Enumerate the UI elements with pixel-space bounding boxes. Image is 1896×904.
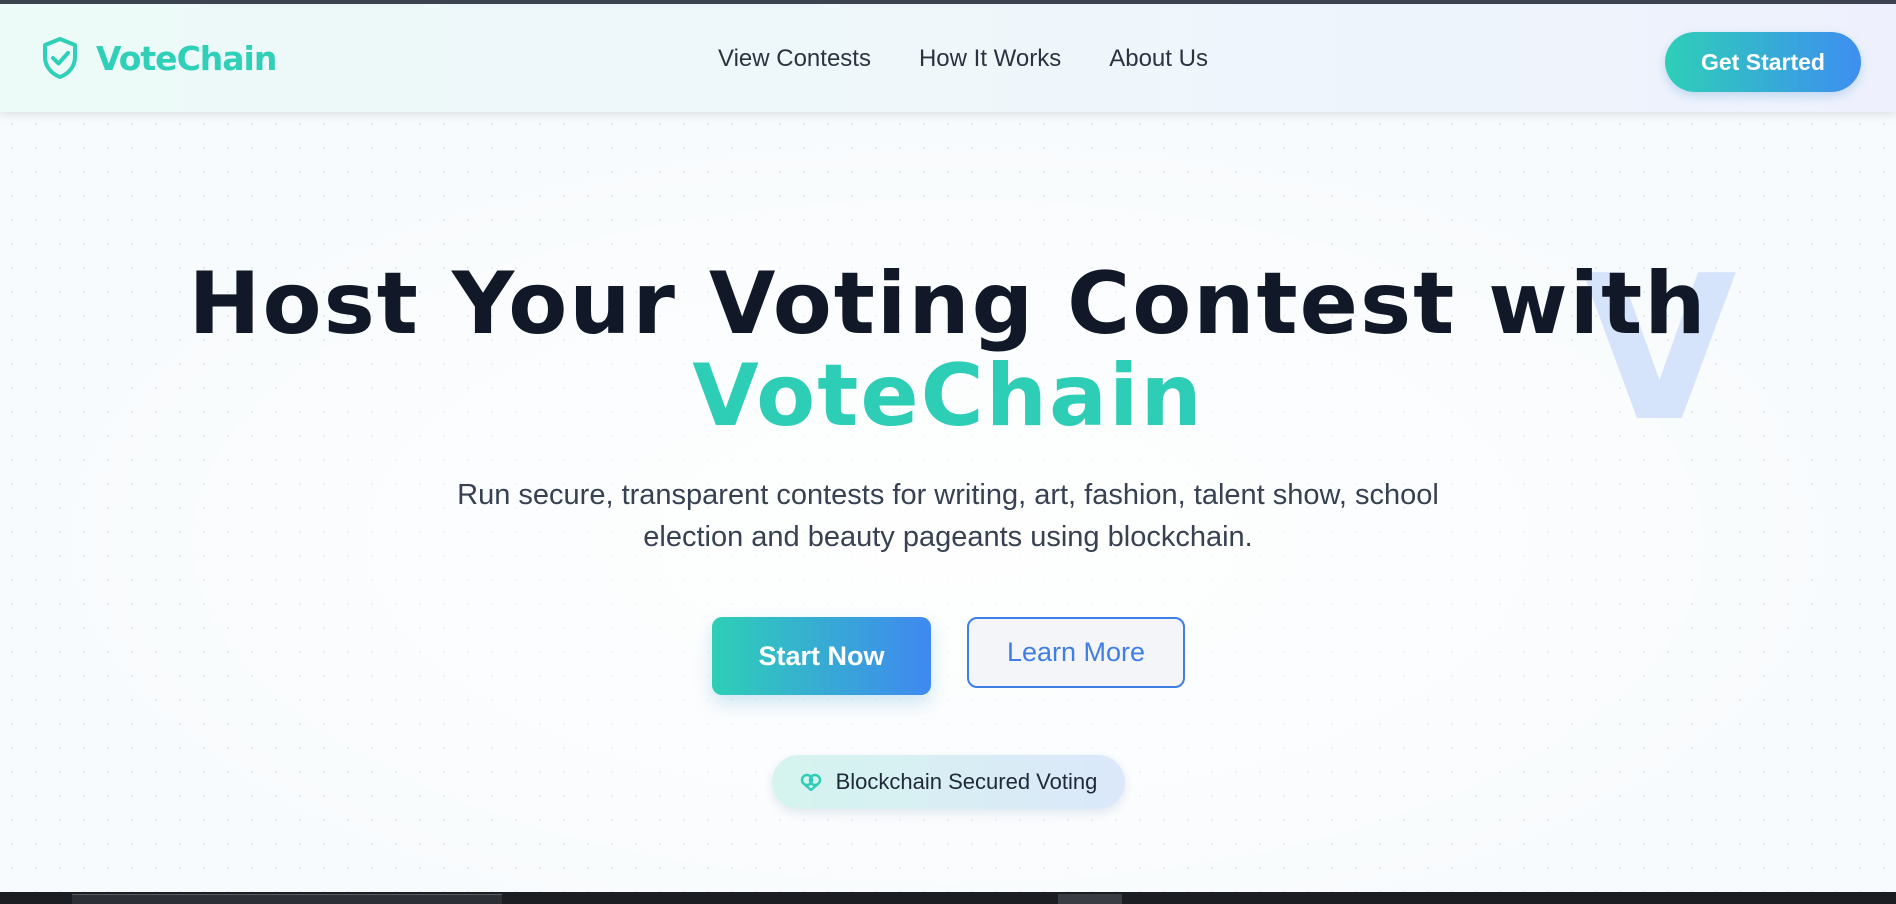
hero-title-accent: VoteChain bbox=[692, 346, 1204, 446]
heart-link-icon bbox=[800, 773, 821, 791]
get-started-button[interactable]: Get Started bbox=[1665, 32, 1861, 92]
taskbar-item[interactable] bbox=[72, 894, 502, 904]
badge-label: Blockchain Secured Voting bbox=[835, 769, 1098, 794]
brand-logo[interactable]: VoteChain bbox=[38, 34, 277, 82]
main-nav: View Contests How It Works About Us bbox=[718, 44, 1208, 74]
learn-more-button[interactable]: Learn More bbox=[967, 617, 1185, 688]
nav-how-it-works[interactable]: How It Works bbox=[919, 44, 1061, 74]
nav-view-contests[interactable]: View Contests bbox=[718, 44, 871, 74]
taskbar-item[interactable] bbox=[1058, 894, 1122, 904]
hero-title-main: Host Your Voting Contest with bbox=[188, 254, 1708, 354]
hero-title: Host Your Voting Contest with VoteChain bbox=[0, 258, 1896, 442]
blockchain-secured-badge: Blockchain Secured Voting bbox=[772, 755, 1125, 809]
brand-name: VoteChain bbox=[96, 38, 277, 78]
os-taskbar bbox=[0, 892, 1896, 904]
top-navbar: VoteChain View Contests How It Works Abo… bbox=[0, 4, 1896, 112]
hero-subtitle: Run secure, transparent contests for wri… bbox=[457, 479, 1439, 553]
nav-about-us[interactable]: About Us bbox=[1109, 44, 1208, 74]
shield-check-icon bbox=[43, 37, 77, 79]
start-now-button[interactable]: Start Now bbox=[712, 617, 931, 695]
